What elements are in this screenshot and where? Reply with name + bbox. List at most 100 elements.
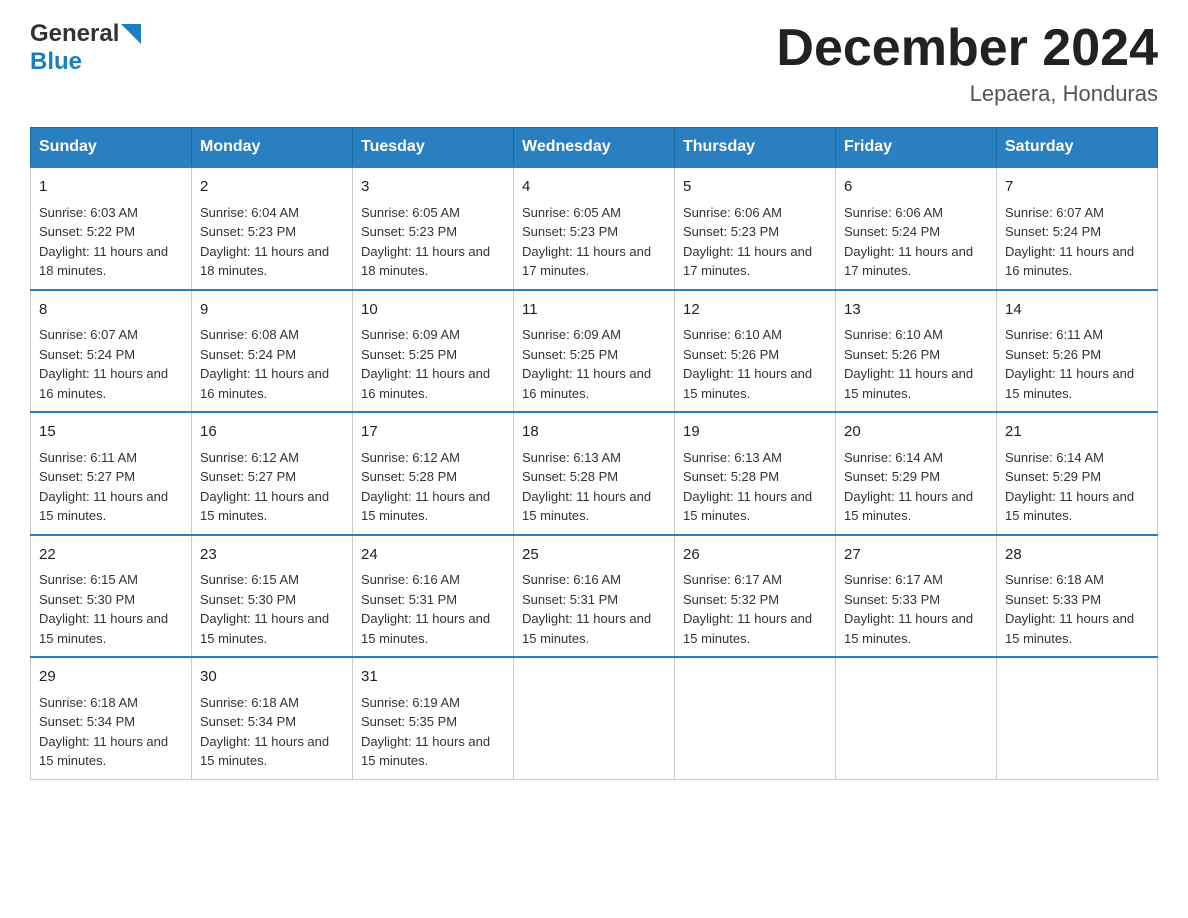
day-info: Sunrise: 6:10 AMSunset: 5:26 PMDaylight:… (844, 327, 973, 401)
calendar-cell: 24 Sunrise: 6:16 AMSunset: 5:31 PMDayligh… (353, 535, 514, 658)
day-info: Sunrise: 6:17 AMSunset: 5:33 PMDaylight:… (844, 572, 973, 646)
calendar-cell: 12 Sunrise: 6:10 AMSunset: 5:26 PMDayligh… (675, 290, 836, 413)
day-number: 10 (361, 299, 505, 322)
day-number: 20 (844, 421, 988, 444)
col-header-tuesday: Tuesday (353, 128, 514, 168)
calendar-cell: 27Sunrise: 6:17 AMSunset: 5:33 PMDayligh… (836, 535, 997, 658)
calendar-cell: 5 Sunrise: 6:06 AMSunset: 5:23 PMDaylight… (675, 167, 836, 290)
calendar-table: SundayMondayTuesdayWednesdayThursdayFrid… (30, 127, 1158, 780)
calendar-cell: 9 Sunrise: 6:08 AMSunset: 5:24 PMDaylight… (192, 290, 353, 413)
calendar-cell: 30 Sunrise: 6:18 AMSunset: 5:34 PMDayligh… (192, 657, 353, 779)
calendar-week-3: 15Sunrise: 6:11 AMSunset: 5:27 PMDayligh… (31, 412, 1158, 535)
calendar-cell (514, 657, 675, 779)
calendar-cell: 7 Sunrise: 6:07 AMSunset: 5:24 PMDaylight… (997, 167, 1158, 290)
day-number: 14 (1005, 299, 1149, 322)
col-header-saturday: Saturday (997, 128, 1158, 168)
day-number: 24 (361, 544, 505, 567)
col-header-wednesday: Wednesday (514, 128, 675, 168)
day-number: 25 (522, 544, 666, 567)
col-header-friday: Friday (836, 128, 997, 168)
calendar-cell: 13 Sunrise: 6:10 AMSunset: 5:26 PMDayligh… (836, 290, 997, 413)
day-number: 13 (844, 299, 988, 322)
calendar-header: SundayMondayTuesdayWednesdayThursdayFrid… (31, 128, 1158, 168)
calendar-cell: 15Sunrise: 6:11 AMSunset: 5:27 PMDayligh… (31, 412, 192, 535)
day-number: 26 (683, 544, 827, 567)
day-info: Sunrise: 6:07 AMSunset: 5:24 PMDaylight:… (39, 327, 168, 401)
day-number: 16 (200, 421, 344, 444)
day-info: Sunrise: 6:07 AMSunset: 5:24 PMDaylight:… (1005, 205, 1134, 279)
logo-text-general: General (30, 20, 119, 48)
calendar-cell: 23Sunrise: 6:15 AMSunset: 5:30 PMDayligh… (192, 535, 353, 658)
calendar-cell: 17Sunrise: 6:12 AMSunset: 5:28 PMDayligh… (353, 412, 514, 535)
calendar-cell: 2 Sunrise: 6:04 AMSunset: 5:23 PMDaylight… (192, 167, 353, 290)
calendar-week-5: 29 Sunrise: 6:18 AMSunset: 5:34 PMDayligh… (31, 657, 1158, 779)
day-info: Sunrise: 6:05 AMSunset: 5:23 PMDaylight:… (361, 205, 490, 279)
day-info: Sunrise: 6:06 AMSunset: 5:24 PMDaylight:… (844, 205, 973, 279)
logo: General Blue (30, 20, 141, 76)
day-number: 21 (1005, 421, 1149, 444)
day-info: Sunrise: 6:11 AMSunset: 5:26 PMDaylight:… (1005, 327, 1134, 401)
calendar-cell: 16 Sunrise: 6:12 AMSunset: 5:27 PMDayligh… (192, 412, 353, 535)
day-number: 5 (683, 176, 827, 199)
day-info: Sunrise: 6:13 AMSunset: 5:28 PMDaylight:… (522, 450, 651, 524)
day-number: 17 (361, 421, 505, 444)
day-number: 22 (39, 544, 183, 567)
day-number: 4 (522, 176, 666, 199)
page-header: General Blue December 2024 Lepaera, Hond… (30, 20, 1158, 107)
calendar-cell: 25 Sunrise: 6:16 AMSunset: 5:31 PMDayligh… (514, 535, 675, 658)
calendar-cell (997, 657, 1158, 779)
day-number: 31 (361, 666, 505, 689)
calendar-cell: 19Sunrise: 6:13 AMSunset: 5:28 PMDayligh… (675, 412, 836, 535)
calendar-cell: 11Sunrise: 6:09 AMSunset: 5:25 PMDayligh… (514, 290, 675, 413)
calendar-week-4: 22 Sunrise: 6:15 AMSunset: 5:30 PMDayligh… (31, 535, 1158, 658)
calendar-cell: 22 Sunrise: 6:15 AMSunset: 5:30 PMDayligh… (31, 535, 192, 658)
calendar-week-2: 8 Sunrise: 6:07 AMSunset: 5:24 PMDaylight… (31, 290, 1158, 413)
calendar-cell: 31Sunrise: 6:19 AMSunset: 5:35 PMDayligh… (353, 657, 514, 779)
day-info: Sunrise: 6:16 AMSunset: 5:31 PMDaylight:… (522, 572, 651, 646)
day-info: Sunrise: 6:05 AMSunset: 5:23 PMDaylight:… (522, 205, 651, 279)
day-info: Sunrise: 6:15 AMSunset: 5:30 PMDaylight:… (39, 572, 168, 646)
day-info: Sunrise: 6:04 AMSunset: 5:23 PMDaylight:… (200, 205, 329, 279)
calendar-cell: 28Sunrise: 6:18 AMSunset: 5:33 PMDayligh… (997, 535, 1158, 658)
logo-text-blue: Blue (30, 48, 82, 76)
day-info: Sunrise: 6:12 AMSunset: 5:27 PMDaylight:… (200, 450, 329, 524)
day-number: 18 (522, 421, 666, 444)
calendar-cell: 6 Sunrise: 6:06 AMSunset: 5:24 PMDaylight… (836, 167, 997, 290)
day-number: 30 (200, 666, 344, 689)
day-info: Sunrise: 6:16 AMSunset: 5:31 PMDaylight:… (361, 572, 490, 646)
calendar-cell: 29 Sunrise: 6:18 AMSunset: 5:34 PMDayligh… (31, 657, 192, 779)
calendar-cell: 14 Sunrise: 6:11 AMSunset: 5:26 PMDayligh… (997, 290, 1158, 413)
day-number: 1 (39, 176, 183, 199)
col-header-sunday: Sunday (31, 128, 192, 168)
calendar-cell (675, 657, 836, 779)
logo-triangle-icon (121, 24, 141, 44)
calendar-cell: 3Sunrise: 6:05 AMSunset: 5:23 PMDaylight… (353, 167, 514, 290)
calendar-cell: 10Sunrise: 6:09 AMSunset: 5:25 PMDayligh… (353, 290, 514, 413)
day-number: 9 (200, 299, 344, 322)
day-number: 2 (200, 176, 344, 199)
day-number: 28 (1005, 544, 1149, 567)
day-number: 12 (683, 299, 827, 322)
day-info: Sunrise: 6:18 AMSunset: 5:34 PMDaylight:… (200, 695, 329, 769)
calendar-cell: 20Sunrise: 6:14 AMSunset: 5:29 PMDayligh… (836, 412, 997, 535)
title-block: December 2024 Lepaera, Honduras (776, 20, 1158, 107)
calendar-week-1: 1Sunrise: 6:03 AMSunset: 5:22 PMDaylight… (31, 167, 1158, 290)
calendar-cell: 1Sunrise: 6:03 AMSunset: 5:22 PMDaylight… (31, 167, 192, 290)
day-number: 19 (683, 421, 827, 444)
day-info: Sunrise: 6:06 AMSunset: 5:23 PMDaylight:… (683, 205, 812, 279)
day-number: 8 (39, 299, 183, 322)
col-header-thursday: Thursday (675, 128, 836, 168)
day-info: Sunrise: 6:10 AMSunset: 5:26 PMDaylight:… (683, 327, 812, 401)
calendar-cell: 26 Sunrise: 6:17 AMSunset: 5:32 PMDayligh… (675, 535, 836, 658)
calendar-cell: 8 Sunrise: 6:07 AMSunset: 5:24 PMDaylight… (31, 290, 192, 413)
day-number: 7 (1005, 176, 1149, 199)
day-info: Sunrise: 6:09 AMSunset: 5:25 PMDaylight:… (522, 327, 651, 401)
day-info: Sunrise: 6:08 AMSunset: 5:24 PMDaylight:… (200, 327, 329, 401)
day-info: Sunrise: 6:17 AMSunset: 5:32 PMDaylight:… (683, 572, 812, 646)
day-info: Sunrise: 6:18 AMSunset: 5:34 PMDaylight:… (39, 695, 168, 769)
day-number: 6 (844, 176, 988, 199)
day-number: 29 (39, 666, 183, 689)
day-info: Sunrise: 6:14 AMSunset: 5:29 PMDaylight:… (1005, 450, 1134, 524)
day-info: Sunrise: 6:15 AMSunset: 5:30 PMDaylight:… (200, 572, 329, 646)
col-header-monday: Monday (192, 128, 353, 168)
